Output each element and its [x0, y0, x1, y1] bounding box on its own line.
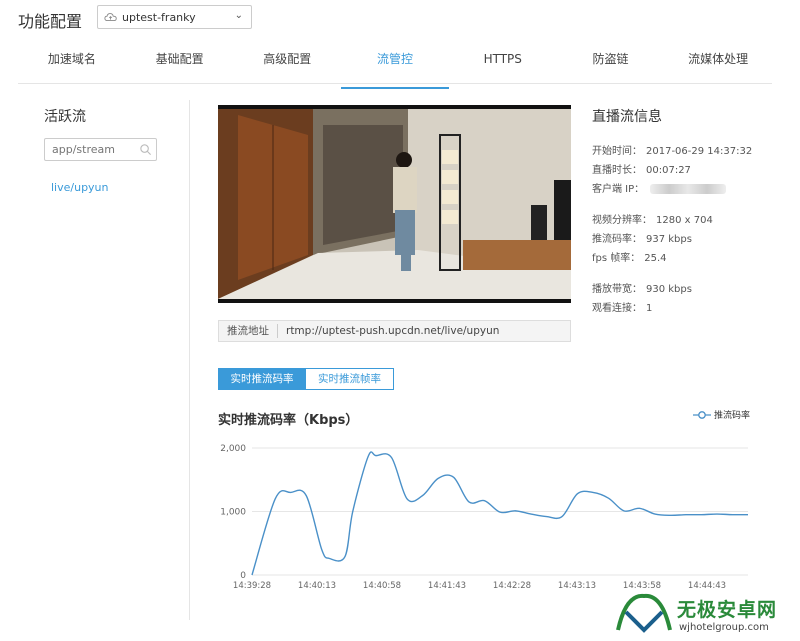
info-bitrate-value: 937 kbps: [646, 234, 692, 245]
tab-advanced-config[interactable]: 高级配置: [233, 44, 341, 83]
info-resolution-value: 1280 x 704: [656, 215, 713, 226]
top-bar: 功能配置 uptest-franky ⌄: [0, 0, 800, 40]
video-frame: [218, 105, 571, 303]
push-address-bar: 推流地址 rtmp://uptest-push.upcdn.net/live/u…: [218, 320, 571, 342]
y-tick-label: 1,000: [220, 508, 246, 518]
watermark-title: 无极安卓网: [677, 599, 778, 621]
chart-legend[interactable]: 推流码率: [693, 408, 750, 421]
tab-media-processing[interactable]: 流媒体处理: [664, 44, 772, 83]
x-tick-label: 14:44:43: [688, 581, 726, 591]
domain-select[interactable]: uptest-franky ⌄: [97, 5, 252, 29]
x-tick-label: 14:40:58: [363, 581, 401, 591]
stream-search-input[interactable]: [52, 143, 137, 156]
push-address-label: 推流地址: [219, 324, 278, 338]
stream-info-title: 直播流信息: [592, 109, 662, 125]
info-connections-value: 1: [646, 303, 653, 314]
chevron-down-icon: ⌄: [234, 10, 243, 21]
bitrate-chart: 0 1,000 2,000 14:39:28 14:40:13 14:40:58 14:41…: [220, 444, 749, 591]
info-bitrate: 推流码率： 937 kbps: [592, 230, 692, 245]
tab-stream-control[interactable]: 流管控: [341, 44, 449, 89]
y-tick-label: 2,000: [220, 444, 246, 454]
x-tick-label: 14:43:13: [558, 581, 596, 591]
info-bandwidth-label: 播放带宽：: [592, 284, 642, 295]
info-client-label: 客户端 IP：: [592, 184, 645, 195]
info-fps-value: 25.4: [644, 253, 667, 264]
tab-accel-domain[interactable]: 加速域名: [18, 44, 126, 83]
tab-https[interactable]: HTTPS: [449, 44, 557, 83]
watermark-logo: [616, 593, 672, 633]
info-duration-label: 直播时长：: [592, 165, 642, 176]
legend-label: 推流码率: [714, 411, 751, 421]
info-connections-label: 观看连接：: [592, 303, 642, 314]
x-tick-label: 14:41:43: [428, 581, 466, 591]
info-bandwidth-value: 930 kbps: [646, 284, 692, 295]
info-fps-label: fps 帧率：: [592, 253, 641, 264]
push-address-url[interactable]: rtmp://uptest-push.upcdn.net/live/upyun: [278, 325, 499, 337]
info-client-ip: 客户端 IP：: [592, 180, 727, 195]
y-tick-label: 0: [240, 571, 246, 581]
info-duration-value: 00:07:27: [646, 165, 691, 176]
info-start-label: 开始时间：: [592, 146, 642, 157]
info-start-time: 开始时间： 2017-06-29 14:37:32: [592, 142, 752, 157]
info-resolution-label: 视频分辨率：: [592, 215, 652, 226]
info-bandwidth: 播放带宽： 930 kbps: [592, 280, 692, 295]
page-title: 功能配置: [18, 12, 83, 31]
chart-toggle: 实时推流码率 实时推流帧率: [218, 368, 394, 390]
x-tick-label: 14:42:28: [493, 581, 531, 591]
legend-line-icon: [693, 410, 711, 419]
x-tick-label: 14:40:13: [298, 581, 336, 591]
info-start-value: 2017-06-29 14:37:32: [646, 146, 753, 157]
info-bitrate-label: 推流码率：: [592, 234, 642, 245]
x-tick-label: 14:39:28: [233, 581, 271, 591]
info-connections: 观看连接： 1: [592, 299, 652, 314]
info-resolution: 视频分辨率： 1280 x 704: [592, 211, 713, 226]
video-player[interactable]: [218, 105, 571, 303]
tab-bar: 加速域名 基础配置 高级配置 流管控 HTTPS 防盗链 流媒体处理: [18, 44, 772, 89]
redacted-ip: [650, 184, 727, 194]
domain-select-value: uptest-franky: [122, 10, 196, 24]
chart-title: 实时推流码率（Kbps）: [218, 413, 359, 428]
stream-search-box: [44, 138, 157, 161]
info-fps: fps 帧率： 25.4: [592, 249, 667, 264]
active-streams-panel: 活跃流 live/upyun: [18, 100, 190, 620]
tab-basic-config[interactable]: 基础配置: [126, 44, 234, 83]
tab-push-framerate[interactable]: 实时推流帧率: [306, 368, 394, 390]
tab-hotlink-protection[interactable]: 防盗链: [557, 44, 665, 83]
cloud-icon: [104, 13, 117, 21]
watermark-url: wjhotelgroup.com: [679, 622, 769, 633]
stream-item-live-upyun[interactable]: live/upyun: [51, 181, 109, 194]
active-streams-title: 活跃流: [44, 109, 86, 125]
series-line-push-bitrate: [251, 451, 749, 576]
tab-push-bitrate[interactable]: 实时推流码率: [218, 368, 306, 390]
search-icon[interactable]: [139, 143, 152, 156]
info-duration: 直播时长： 00:07:27: [592, 161, 691, 176]
